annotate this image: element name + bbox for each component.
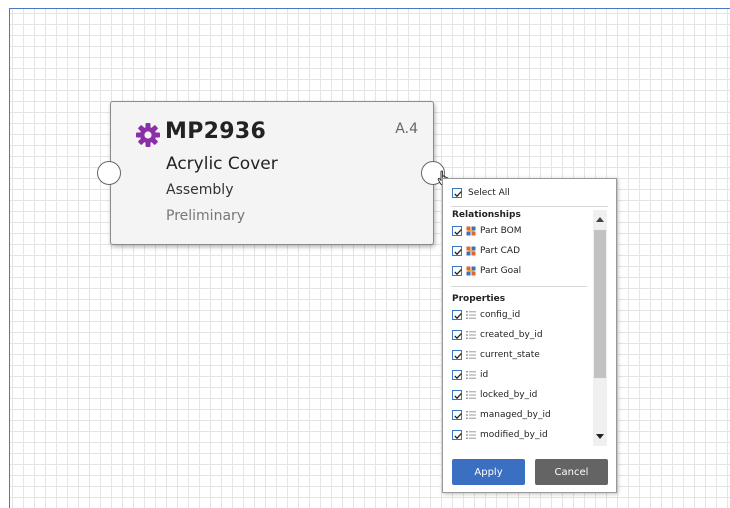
property-item[interactable]: current_state bbox=[452, 345, 587, 365]
property-list-icon bbox=[466, 331, 476, 339]
property-item[interactable]: modified_by_id bbox=[452, 425, 587, 445]
property-item[interactable]: created_by_id bbox=[452, 325, 587, 345]
checkbox[interactable] bbox=[452, 350, 462, 360]
property-list-icon bbox=[466, 391, 476, 399]
select-all-label: Select All bbox=[468, 188, 510, 198]
options-list[interactable]: Relationships Part BOM Part CAD Part Goal … bbox=[451, 210, 607, 446]
relationship-label: Part CAD bbox=[480, 246, 520, 256]
checkbox[interactable] bbox=[452, 390, 462, 400]
relationship-icon bbox=[466, 226, 476, 236]
property-item[interactable]: id bbox=[452, 365, 587, 385]
checkbox[interactable] bbox=[452, 226, 462, 236]
property-item[interactable]: locked_by_id bbox=[452, 385, 587, 405]
property-label: managed_by_id bbox=[480, 410, 551, 420]
input-port[interactable] bbox=[97, 161, 121, 185]
gear-icon bbox=[136, 123, 160, 147]
property-label: created_by_id bbox=[480, 330, 543, 340]
checkbox[interactable] bbox=[452, 310, 462, 320]
relationships-header: Relationships bbox=[452, 210, 521, 220]
property-label: current_state bbox=[480, 350, 540, 360]
checkbox[interactable] bbox=[452, 188, 462, 198]
checkbox[interactable] bbox=[452, 246, 462, 256]
scroll-up-arrow-icon[interactable] bbox=[593, 210, 607, 228]
node-title: MP2936 bbox=[165, 119, 267, 144]
node-state: Preliminary bbox=[166, 208, 246, 224]
checkbox[interactable] bbox=[452, 430, 462, 440]
property-list-icon bbox=[466, 311, 476, 319]
relationship-item[interactable]: Part Goal bbox=[452, 261, 587, 281]
property-label: modified_by_id bbox=[480, 430, 548, 440]
property-list-icon bbox=[466, 371, 476, 379]
vertical-scrollbar[interactable] bbox=[593, 210, 607, 446]
relationship-label: Part BOM bbox=[480, 226, 522, 236]
property-label: id bbox=[480, 370, 489, 380]
column-selector-popup: Select All Relationships Part BOM Part CA… bbox=[442, 178, 617, 493]
property-list-icon bbox=[466, 431, 476, 439]
divider bbox=[451, 286, 587, 287]
apply-button[interactable]: Apply bbox=[452, 459, 525, 485]
property-list-icon bbox=[466, 351, 476, 359]
relationship-label: Part Goal bbox=[480, 266, 522, 276]
property-list-icon bbox=[466, 411, 476, 419]
property-label: config_id bbox=[480, 310, 521, 320]
scroll-down-arrow-icon[interactable] bbox=[593, 428, 607, 446]
divider bbox=[451, 206, 608, 207]
node-name: Acrylic Cover bbox=[166, 154, 278, 174]
cancel-button[interactable]: Cancel bbox=[535, 459, 608, 485]
property-item[interactable]: config_id bbox=[452, 305, 587, 325]
scrollbar-thumb[interactable] bbox=[594, 230, 606, 378]
relationship-icon bbox=[466, 266, 476, 276]
property-item[interactable]: managed_by_id bbox=[452, 405, 587, 425]
checkbox[interactable] bbox=[452, 370, 462, 380]
relationship-item[interactable]: Part BOM bbox=[452, 221, 587, 241]
checkbox[interactable] bbox=[452, 410, 462, 420]
properties-header: Properties bbox=[452, 294, 506, 304]
checkbox[interactable] bbox=[452, 330, 462, 340]
relationship-item[interactable]: Part CAD bbox=[452, 241, 587, 261]
relationship-icon bbox=[466, 246, 476, 256]
part-node[interactable]: MP2936 A.4 Acrylic Cover Assembly Prelim… bbox=[110, 101, 434, 245]
select-all-checkbox[interactable]: Select All bbox=[452, 188, 510, 198]
property-label: locked_by_id bbox=[480, 390, 538, 400]
node-revision: A.4 bbox=[395, 121, 418, 137]
diagram-canvas[interactable] bbox=[9, 8, 730, 508]
checkbox[interactable] bbox=[452, 266, 462, 276]
node-type: Assembly bbox=[166, 182, 234, 198]
